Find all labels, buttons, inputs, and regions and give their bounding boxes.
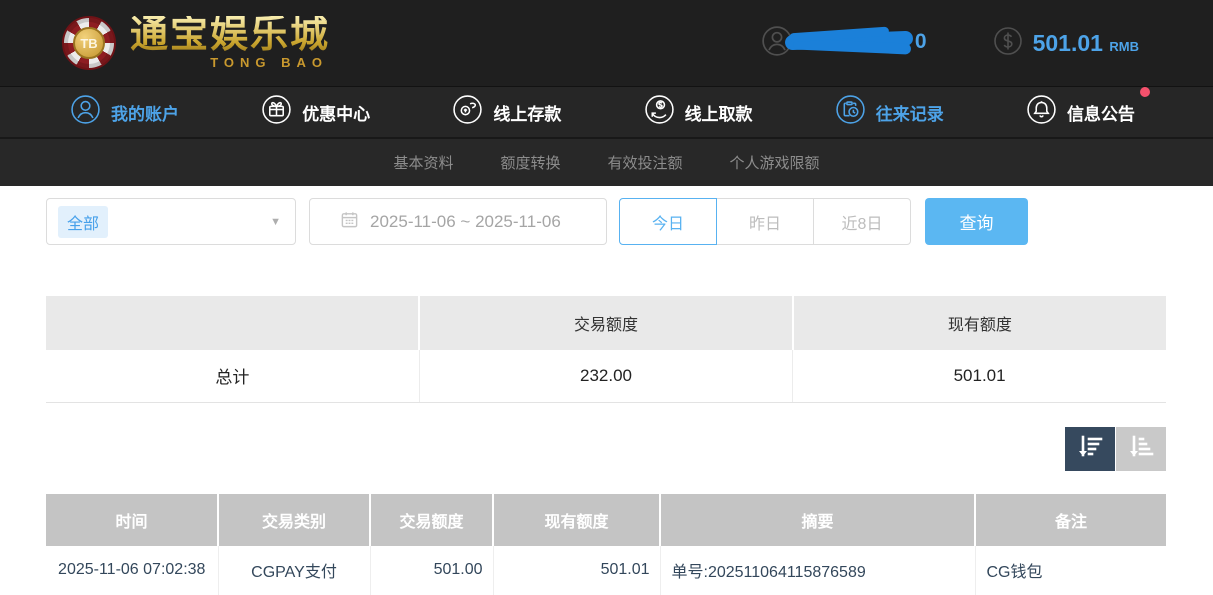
nav-label: 信息公告 [1067,100,1135,125]
summary-current-balance: 501.01 [793,350,1166,402]
main-nav: 我的账户 优惠中心 线上存款 [0,86,1213,137]
range-button-today[interactable]: 今日 [619,198,717,245]
record-summary: 单号:202511064115876589 [660,546,975,595]
records-table: 时间 交易类别 交易额度 现有额度 摘要 备注 2025-11-06 07:02… [46,494,1166,595]
withdraw-icon [644,94,675,130]
date-range-input[interactable]: 2025-11-06 ~ 2025-11-06 [309,198,607,245]
casino-chip-icon: TB [62,16,116,70]
summary-header-row: 交易额度 现有额度 [46,296,1166,350]
records-col-remark: 备注 [975,494,1166,546]
top-header: TB 通宝娱乐城 TONG BAO 0 [0,0,1213,86]
bell-icon [1026,94,1057,130]
quick-range-group: 今日 昨日 近8日 [619,198,911,245]
summary-col-blank [46,296,419,350]
nav-label: 线上存款 [493,100,561,125]
summary-total-row: 总计 232.00 501.01 [46,350,1166,402]
records-col-transaction-amount: 交易额度 [370,494,493,546]
nav-label: 我的账户 [111,100,179,125]
date-range-value: 2025-11-06 ~ 2025-11-06 [370,212,561,232]
summary-table: 交易额度 现有额度 总计 232.00 501.01 [46,296,1166,403]
site-subtitle: TONG BAO [130,55,330,70]
username-visible-suffix: 0 [915,30,927,54]
deposit-icon [452,94,483,130]
nav-item-announcements[interactable]: 信息公告 [1026,94,1135,130]
record-time: 2025-11-06 07:02:38 [46,546,218,595]
nav-item-my-account[interactable]: 我的账户 [70,94,179,130]
filter-row: 全部 ▼ 2025-11-06 ~ 2025-11-06 今日 昨日 近8日 查… [46,198,1166,245]
sort-ascending-button[interactable] [1116,427,1166,471]
nav-label: 优惠中心 [302,100,370,125]
subnav-item-basic-info[interactable]: 基本资料 [393,152,453,173]
records-col-current-balance: 现有额度 [493,494,660,546]
nav-item-withdraw[interactable]: 线上取款 [644,94,753,130]
summary-col-transaction-amount: 交易额度 [419,296,792,350]
records-col-type: 交易类别 [218,494,370,546]
sub-nav: 基本资料 额度转换 有效投注额 个人游戏限额 [0,137,1213,186]
balance-currency: RMB [1109,39,1139,54]
query-button[interactable]: 查询 [925,198,1028,245]
dollar-icon [993,26,1023,61]
record-remark: CG钱包 [975,546,1166,595]
chip-monogram: TB [73,27,105,59]
record-transaction-amount: 501.00 [370,546,493,595]
logo-text: 通宝娱乐城 TONG BAO [130,16,330,70]
balance-amount: 501.01 [1033,30,1103,56]
chevron-down-icon: ▼ [270,216,281,228]
summary-transaction-amount: 232.00 [419,350,792,402]
site-logo[interactable]: TB 通宝娱乐城 TONG BAO [62,16,330,70]
nav-item-transaction-records[interactable]: 往来记录 [835,94,944,130]
record-current-balance: 501.01 [493,546,660,595]
subnav-item-valid-bets[interactable]: 有效投注额 [608,152,683,173]
content: 全部 ▼ 2025-11-06 ~ 2025-11-06 今日 昨日 近8日 查… [0,186,1213,595]
records-col-time: 时间 [46,494,218,546]
records-header-row: 时间 交易类别 交易额度 现有额度 摘要 备注 [46,494,1166,546]
records-icon [835,94,866,130]
site-title: 通宝娱乐城 [130,16,330,54]
subnav-item-personal-game-limit[interactable]: 个人游戏限额 [730,152,820,173]
user-block[interactable]: 0 [761,25,927,62]
user-icon [70,94,101,130]
balance-block[interactable]: 501.01 RMB [993,26,1139,61]
nav-item-promotions[interactable]: 优惠中心 [261,94,370,130]
records-col-summary: 摘要 [660,494,975,546]
sort-descending-icon [1076,434,1104,463]
header-right: 0 501.01 RMB [761,25,1139,62]
nav-item-deposit[interactable]: 线上存款 [452,94,561,130]
calendar-icon [340,210,359,234]
record-type: CGPAY支付 [218,546,370,595]
summary-col-current-balance: 现有额度 [793,296,1166,350]
gift-icon [261,94,292,130]
subnav-item-credit-transfer[interactable]: 额度转换 [500,152,560,173]
nav-label: 往来记录 [876,100,944,125]
range-button-yesterday[interactable]: 昨日 [716,198,814,245]
nav-label: 线上取款 [685,100,753,125]
sort-descending-button[interactable] [1065,427,1115,471]
category-selected-value: 全部 [58,206,108,238]
sort-controls [46,427,1166,471]
table-row: 2025-11-06 07:02:38 CGPAY支付 501.00 501.0… [46,546,1166,595]
notification-dot [1140,87,1150,97]
redacted-username: 0 [799,28,927,58]
summary-total-label: 总计 [46,350,419,402]
range-button-last-8-days[interactable]: 近8日 [813,198,911,245]
sort-ascending-icon [1127,434,1155,463]
category-select[interactable]: 全部 ▼ [46,198,296,245]
